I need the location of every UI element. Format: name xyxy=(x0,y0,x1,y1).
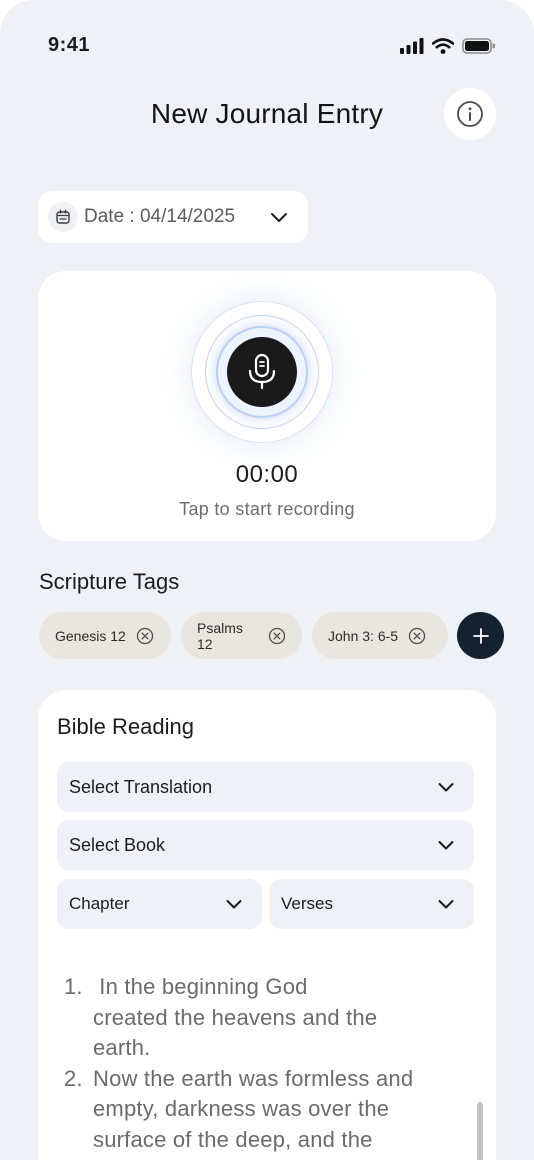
scripture-tag: Psalms 12 xyxy=(181,612,302,659)
chevron-down-icon xyxy=(271,213,287,222)
microphone-icon xyxy=(248,353,276,390)
add-tag-button[interactable] xyxy=(457,612,504,659)
recorder-card: 00:00 Tap to start recording xyxy=(38,271,496,541)
verse-line: Now the earth was formless and xyxy=(93,1065,414,1091)
book-select[interactable]: Select Book xyxy=(57,820,474,870)
chevron-down-icon xyxy=(438,841,454,850)
recording-hint: Tap to start recording xyxy=(179,499,355,519)
status-time: 9:41 xyxy=(48,34,91,56)
chapter-select[interactable]: Chapter xyxy=(57,879,262,929)
chevron-down-icon xyxy=(438,900,454,909)
verse-number: 1. xyxy=(64,974,83,999)
verse-number: 2. xyxy=(64,1065,83,1091)
chevron-down-icon xyxy=(438,783,454,792)
tag-label: John 3: 6-5 xyxy=(328,627,399,644)
bible-reading-title: Bible Reading xyxy=(57,714,194,739)
tag-label: Genesis 12 xyxy=(55,627,126,644)
verse-line: surface of the deep, and the xyxy=(93,1126,373,1152)
verse-item: 2. Now the earth was formless and empty,… xyxy=(64,1064,464,1156)
journal-entry-screen: 9:41 New Journal Entry Date: 04/14/2025… xyxy=(0,0,534,1160)
date-label: Date : 04/14/2025 xyxy=(84,206,236,227)
info-button[interactable] xyxy=(444,88,496,140)
cellular-signal-icon xyxy=(400,38,424,54)
remove-tag-button[interactable] xyxy=(408,627,426,645)
verse-text: Now the earth was formless and empty, da… xyxy=(93,1064,413,1156)
verse-line: earth. xyxy=(93,1035,151,1060)
status-icons xyxy=(400,38,496,54)
close-circle-icon xyxy=(136,627,153,644)
verse-item: 1. In the beginning God created the heav… xyxy=(64,972,464,1064)
verses-select-label: Verses xyxy=(281,894,333,913)
verses-select[interactable]: Verses xyxy=(269,879,474,929)
info-icon xyxy=(457,101,483,127)
chevron-down-icon xyxy=(226,900,242,909)
bible-reading-card: Bible Reading Select Translation Select … xyxy=(38,690,496,1160)
scripture-tag: Genesis 12 xyxy=(39,612,171,659)
record-button[interactable] xyxy=(227,337,297,407)
calendar-icon xyxy=(56,209,70,224)
recording-timer: 00:00 xyxy=(235,461,299,488)
bible-passage: 1. In the beginning God created the heav… xyxy=(64,972,464,1155)
scripture-tags-title: Scripture Tags xyxy=(39,569,180,594)
verse-line: created the heavens and the xyxy=(93,1004,378,1030)
verse-line: empty, darkness was over the xyxy=(93,1096,390,1121)
plus-icon xyxy=(472,627,489,644)
translation-select-label: Select Translation xyxy=(69,776,213,797)
book-select-label: Select Book xyxy=(69,834,166,855)
scripture-tag: John 3: 6-5 xyxy=(312,612,448,659)
close-circle-icon xyxy=(268,627,286,644)
calendar-icon-wrap xyxy=(48,202,78,232)
passage-scrollbar[interactable] xyxy=(477,1102,483,1160)
chapter-select-label: Chapter xyxy=(69,894,130,913)
remove-tag-button[interactable] xyxy=(268,627,286,645)
wifi-icon xyxy=(432,38,454,54)
battery-icon xyxy=(462,38,495,54)
verse-line: In the beginning God xyxy=(93,974,308,999)
tag-label: Psalms 12 xyxy=(197,619,243,652)
remove-tag-button[interactable] xyxy=(136,627,154,645)
close-circle-icon xyxy=(408,627,426,644)
verse-text: In the beginning God created the heavens… xyxy=(93,972,377,1064)
date-picker[interactable]: Date : 04/14/2025 xyxy=(38,191,308,243)
translation-select[interactable]: Select Translation xyxy=(57,762,474,812)
